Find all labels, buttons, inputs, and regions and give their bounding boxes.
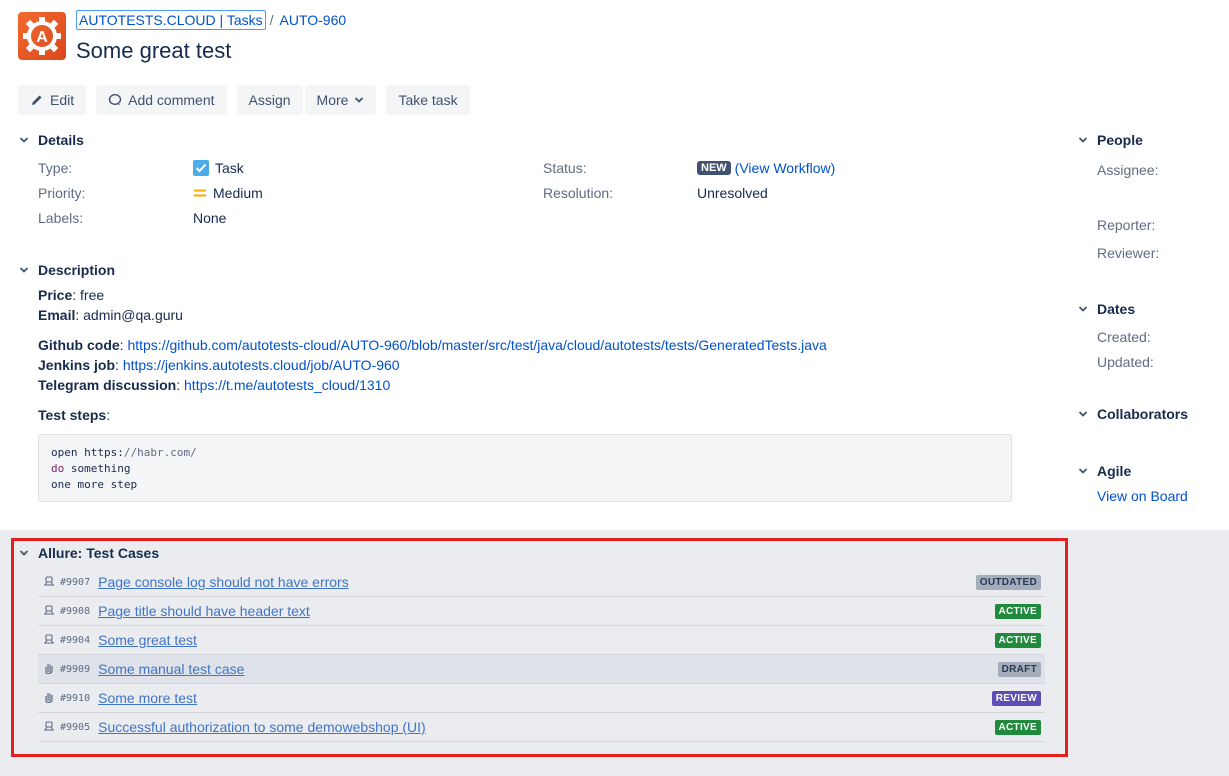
telegram-link[interactable]: https://t.me/autotests_cloud/1310 — [184, 377, 390, 393]
code-line-1: open https://habr.com/ — [51, 445, 999, 461]
telegram-line: Telegram discussion: https://t.me/autote… — [38, 377, 390, 393]
add-comment-label: Add comment — [128, 92, 215, 108]
chevron-down-icon — [1078, 137, 1088, 143]
take-task-label: Take task — [398, 92, 458, 108]
code-line-3: one more step — [51, 478, 138, 491]
agile-title: Agile — [1097, 463, 1132, 479]
code-line-2-text: something — [64, 462, 131, 475]
test-steps-label: Test steps — [38, 407, 107, 423]
labels-label: Labels: — [38, 210, 84, 226]
chevron-down-icon — [19, 267, 29, 273]
description-section-toggle[interactable]: Description — [18, 262, 115, 278]
status-badge: NEW — [697, 161, 731, 175]
svg-text:A: A — [36, 29, 48, 46]
github-label: Github code — [38, 337, 120, 353]
issue-toolbar: Edit Add comment Assign More Take task — [18, 85, 470, 115]
highlight-box — [11, 538, 1068, 757]
priority-value: Medium — [193, 185, 263, 201]
project-avatar[interactable]: A — [18, 12, 66, 60]
code-block: open https://habr.com/ do something one … — [38, 434, 1012, 502]
github-link[interactable]: https://github.com/autotests-cloud/AUTO-… — [127, 337, 826, 353]
type-value: Task — [193, 160, 244, 176]
jenkins-link[interactable]: https://jenkins.autotests.cloud/job/AUTO… — [123, 357, 400, 373]
assign-button[interactable]: Assign — [236, 85, 303, 115]
code-line-1-text: open https: — [51, 446, 124, 459]
edit-button[interactable]: Edit — [18, 85, 87, 115]
description-title: Description — [38, 262, 116, 278]
breadcrumb-project-link[interactable]: AUTOTESTS.CLOUD | Tasks — [76, 10, 266, 30]
jenkins-label: Jenkins job — [38, 357, 116, 373]
details-section-toggle[interactable]: Details — [18, 132, 84, 148]
reviewer-label: Reviewer: — [1097, 245, 1160, 261]
take-task-button[interactable]: Take task — [386, 85, 470, 115]
chevron-down-icon — [19, 137, 29, 143]
telegram-sep: : — [176, 377, 185, 393]
more-label: More — [316, 92, 349, 108]
code-keyword: do — [51, 462, 65, 475]
resolution-label: Resolution: — [543, 185, 614, 201]
comment-icon — [108, 93, 122, 106]
email-value: : admin@qa.guru — [75, 307, 183, 323]
test-steps-sep: : — [106, 407, 111, 423]
breadcrumb-separator: / — [269, 12, 274, 28]
price-line: Price: free — [38, 287, 104, 303]
agile-section-toggle[interactable]: Agile — [1077, 463, 1131, 479]
assign-label: Assign — [248, 92, 291, 108]
telegram-label: Telegram discussion — [38, 377, 177, 393]
code-line-1-url: //habr.com/ — [123, 446, 197, 459]
priority-label: Priority: — [38, 185, 86, 201]
gear-logo-icon: A — [23, 17, 61, 55]
view-workflow-link[interactable]: (View Workflow) — [735, 160, 836, 176]
created-label: Created: — [1097, 329, 1151, 345]
jenkins-sep: : — [115, 357, 123, 373]
breadcrumb-issue-key-link[interactable]: AUTO-960 — [280, 12, 347, 28]
issue-summary[interactable]: Some great test — [76, 38, 231, 64]
priority-medium-icon — [194, 189, 206, 197]
reporter-label: Reporter: — [1097, 217, 1156, 233]
test-steps-heading: Test steps: — [38, 407, 110, 423]
status-value: NEW (View Workflow) — [697, 160, 835, 176]
resolution-value: Unresolved — [697, 185, 768, 201]
people-section-toggle[interactable]: People — [1077, 132, 1143, 148]
view-on-board-link[interactable]: View on Board — [1097, 488, 1188, 504]
details-title: Details — [38, 132, 84, 148]
edit-label: Edit — [50, 92, 75, 108]
chevron-down-icon — [1078, 468, 1088, 474]
price-value: : free — [72, 287, 105, 303]
collaborators-title: Collaborators — [1097, 406, 1189, 422]
updated-label: Updated: — [1097, 354, 1154, 370]
priority-text: Medium — [213, 185, 263, 201]
email-line: Email: admin@qa.guru — [38, 307, 183, 323]
jenkins-line: Jenkins job: https://jenkins.autotests.c… — [38, 357, 400, 373]
assignee-label: Assignee: — [1097, 162, 1159, 178]
breadcrumb: AUTOTESTS.CLOUD | Tasks / AUTO-960 — [76, 10, 347, 30]
github-line: Github code: https://github.com/autotest… — [38, 337, 827, 353]
people-title: People — [1097, 132, 1143, 148]
chevron-down-icon — [355, 97, 364, 103]
chevron-down-icon — [1078, 306, 1088, 312]
dates-title: Dates — [1097, 301, 1136, 317]
more-button[interactable]: More — [304, 85, 377, 115]
status-label: Status: — [543, 160, 587, 176]
type-text: Task — [215, 160, 244, 176]
type-label: Type: — [38, 160, 73, 176]
labels-value: None — [193, 210, 227, 226]
chevron-down-icon — [1078, 411, 1088, 417]
task-checkbox-icon — [193, 160, 209, 176]
dates-section-toggle[interactable]: Dates — [1077, 301, 1135, 317]
email-label: Email — [38, 307, 76, 323]
add-comment-button[interactable]: Add comment — [96, 85, 227, 115]
code-line-2: do something — [51, 461, 999, 477]
pencil-icon — [32, 95, 42, 105]
price-label: Price — [38, 287, 73, 303]
collaborators-section-toggle[interactable]: Collaborators — [1077, 406, 1188, 422]
